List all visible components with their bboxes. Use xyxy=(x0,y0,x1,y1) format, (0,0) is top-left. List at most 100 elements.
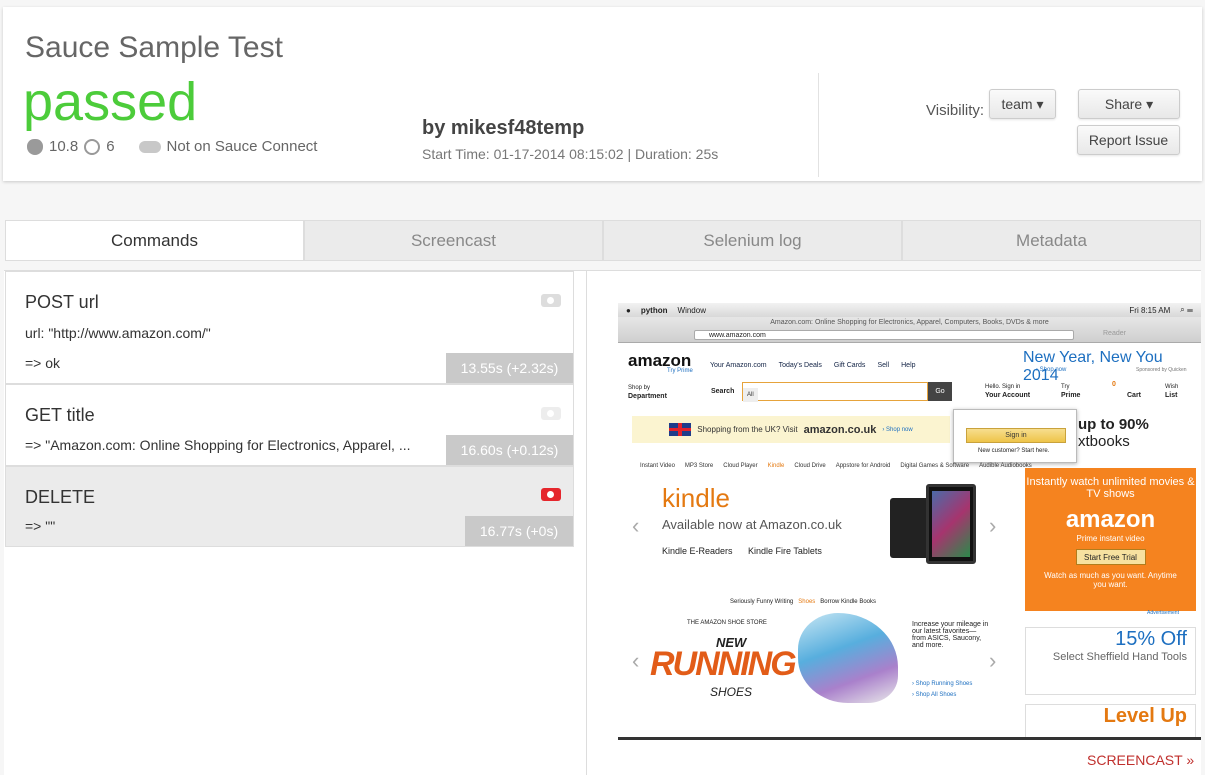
browser-chrome: Amazon.com: Online Shopping for Electron… xyxy=(618,317,1201,343)
uk-shop-now: › Shop now xyxy=(882,426,913,433)
nav-link: Help xyxy=(901,362,916,369)
tools-ad-text: Select Sheffield Hand Tools xyxy=(1052,651,1187,663)
textbooks-promo-2: xtbooks xyxy=(1078,433,1130,450)
command-title: GET title xyxy=(25,405,95,425)
kindle-fire: Kindle Fire Tablets xyxy=(748,546,822,556)
nav-link: Today's Deals xyxy=(778,362,822,369)
prime-video-ad: Instantly watch unlimited movies & TV sh… xyxy=(1025,468,1196,611)
shoe-tab: Borrow Kindle Books xyxy=(820,599,876,605)
screencast-link[interactable]: SCREENCAST » xyxy=(1087,752,1194,768)
uk-banner: Shopping from the UK? Visit amazon.co.uk… xyxy=(632,416,950,443)
sponsored: Sponsored by Quicken xyxy=(1136,367,1187,373)
uk-site: amazon.co.uk xyxy=(803,423,877,436)
mac-menu-window: Window xyxy=(677,305,706,315)
search-label: Search xyxy=(711,388,735,395)
free-trial-button: Start Free Trial xyxy=(1075,549,1146,565)
go-button: Go xyxy=(928,382,952,401)
mac-menubar: ● python Window Fri 8:15 AM ⌕ ☰ xyxy=(618,303,1201,317)
visibility-dropdown[interactable]: team ▾ xyxy=(989,89,1056,119)
category-strip: Instant Video MP3 Store Cloud Player Kin… xyxy=(640,463,1032,469)
command-result: => "" xyxy=(25,518,56,534)
nav-link: Sell xyxy=(877,362,890,369)
try-label: Try xyxy=(1061,384,1070,390)
url-bar: www.amazon.com xyxy=(694,330,1074,340)
tools-ad: 15% Off Select Sheffield Hand Tools xyxy=(1025,627,1196,695)
command-result: => ok xyxy=(25,355,61,371)
tunnel-status: Not on Sauce Connect xyxy=(166,138,318,155)
nav-link: Your Amazon.com xyxy=(710,362,767,369)
job-title: Sauce Sample Test xyxy=(25,31,283,64)
shoe-store: THE AMAZON SHOE STORE xyxy=(687,620,767,626)
category-link: Kindle xyxy=(767,463,785,469)
command-row[interactable]: GET title => "Amazon.com: Online Shoppin… xyxy=(5,384,574,466)
promo-shop-now: › Shop now xyxy=(1036,367,1067,373)
camera-icon[interactable] xyxy=(541,294,561,307)
divider xyxy=(818,73,819,177)
textbooks-promo: up to 90% xyxy=(1078,416,1149,433)
command-arg: url: "http://www.amazon.com/" xyxy=(25,325,211,341)
shoe-description: Increase your mileage in our latest favo… xyxy=(912,621,989,649)
shoe-tab: Shoes xyxy=(798,599,816,605)
shoe-tabs: Seriously Funny Writing Shoes Borrow Kin… xyxy=(730,599,876,605)
command-row[interactable]: POST url url: "http://www.amazon.com/" =… xyxy=(5,271,574,384)
tab-bar: Commands Screencast Selenium log Metadat… xyxy=(5,220,1201,261)
shop-running-link: › Shop Running Shoes xyxy=(912,681,973,687)
amazon-nav: Your Amazon.com Today's Deals Gift Cards… xyxy=(710,362,916,369)
browser-version: 6 xyxy=(106,138,115,155)
camera-icon[interactable] xyxy=(541,407,561,420)
job-timing: Start Time: 01-17-2014 08:15:02 | Durati… xyxy=(422,146,719,162)
carousel-prev-icon: ‹ xyxy=(632,648,640,673)
cloud-icon xyxy=(138,140,161,153)
carousel-next-icon: › xyxy=(989,648,997,673)
command-time: 13.55s (+2.32s) xyxy=(446,353,573,383)
prime-logo: amazon xyxy=(1065,506,1156,533)
screenshot-preview[interactable]: ● python Window Fri 8:15 AM ⌕ ☰ Amazon.c… xyxy=(618,303,1201,740)
job-status: passed xyxy=(23,72,198,132)
new-customer: New customer? Start here. xyxy=(978,448,1050,454)
kindle-subtitle: Available now at Amazon.co.uk xyxy=(662,517,842,532)
panel-divider xyxy=(586,271,587,775)
camera-icon-active[interactable] xyxy=(541,488,561,501)
try-prime: Try Prime xyxy=(667,368,693,374)
wish-label: Wish xyxy=(1165,384,1179,390)
tab-selenium-log[interactable]: Selenium log xyxy=(603,220,902,261)
command-time: 16.77s (+0s) xyxy=(465,516,573,546)
shoes-label: SHOES xyxy=(710,685,753,699)
category-link: MP3 Store xyxy=(684,463,714,469)
running-heading: RUNNING xyxy=(650,645,797,683)
tab-screencast[interactable]: Screencast xyxy=(304,220,603,261)
search-input: All xyxy=(742,382,928,402)
category-link: Cloud Drive xyxy=(794,463,826,469)
category-link: Cloud Player xyxy=(723,463,758,469)
advertisement-label: Advertisement xyxy=(1147,610,1179,616)
prime-top-text: Instantly watch unlimited movies & TV sh… xyxy=(1026,476,1195,500)
mac-app-name: python xyxy=(640,305,668,315)
level-up-ad: Level Up xyxy=(1025,704,1196,737)
uk-text: Shopping from the UK? Visit xyxy=(697,425,798,434)
mac-clock: Fri 8:15 AM xyxy=(1129,305,1171,315)
shop-all-link: › Shop All Shoes xyxy=(912,692,957,698)
command-result: => "Amazon.com: Online Shopping for Elec… xyxy=(25,437,411,453)
kindle-heading: kindle xyxy=(662,483,730,513)
running-shoe-image xyxy=(798,613,898,703)
report-issue-button[interactable]: Report Issue xyxy=(1077,125,1180,155)
safari-icon xyxy=(84,138,101,155)
tab-metadata[interactable]: Metadata xyxy=(902,220,1201,261)
share-button[interactable]: Share ▾ xyxy=(1078,89,1180,119)
cart-label: Cart xyxy=(1127,392,1142,399)
uk-flag-icon xyxy=(669,423,692,436)
job-owner: by mikesf48temp xyxy=(422,117,585,139)
kindle-ereaders: Kindle E-Readers xyxy=(662,546,733,556)
window-title: Amazon.com: Online Shopping for Electron… xyxy=(770,319,1049,326)
tab-commands[interactable]: Commands xyxy=(5,220,304,261)
category-link: Instant Video xyxy=(640,463,675,469)
command-row-selected[interactable]: DELETE => "" 16.77s (+0s) xyxy=(5,466,574,547)
reader-button: Reader xyxy=(1103,330,1126,337)
kindle-device-image xyxy=(890,498,930,558)
command-title: DELETE xyxy=(25,487,96,507)
search-scope: All xyxy=(743,388,758,402)
shoe-tab: Seriously Funny Writing xyxy=(730,599,794,605)
command-title: POST url xyxy=(25,292,99,312)
apple-menu-icon: ● xyxy=(626,305,631,315)
department: Department xyxy=(628,393,667,400)
